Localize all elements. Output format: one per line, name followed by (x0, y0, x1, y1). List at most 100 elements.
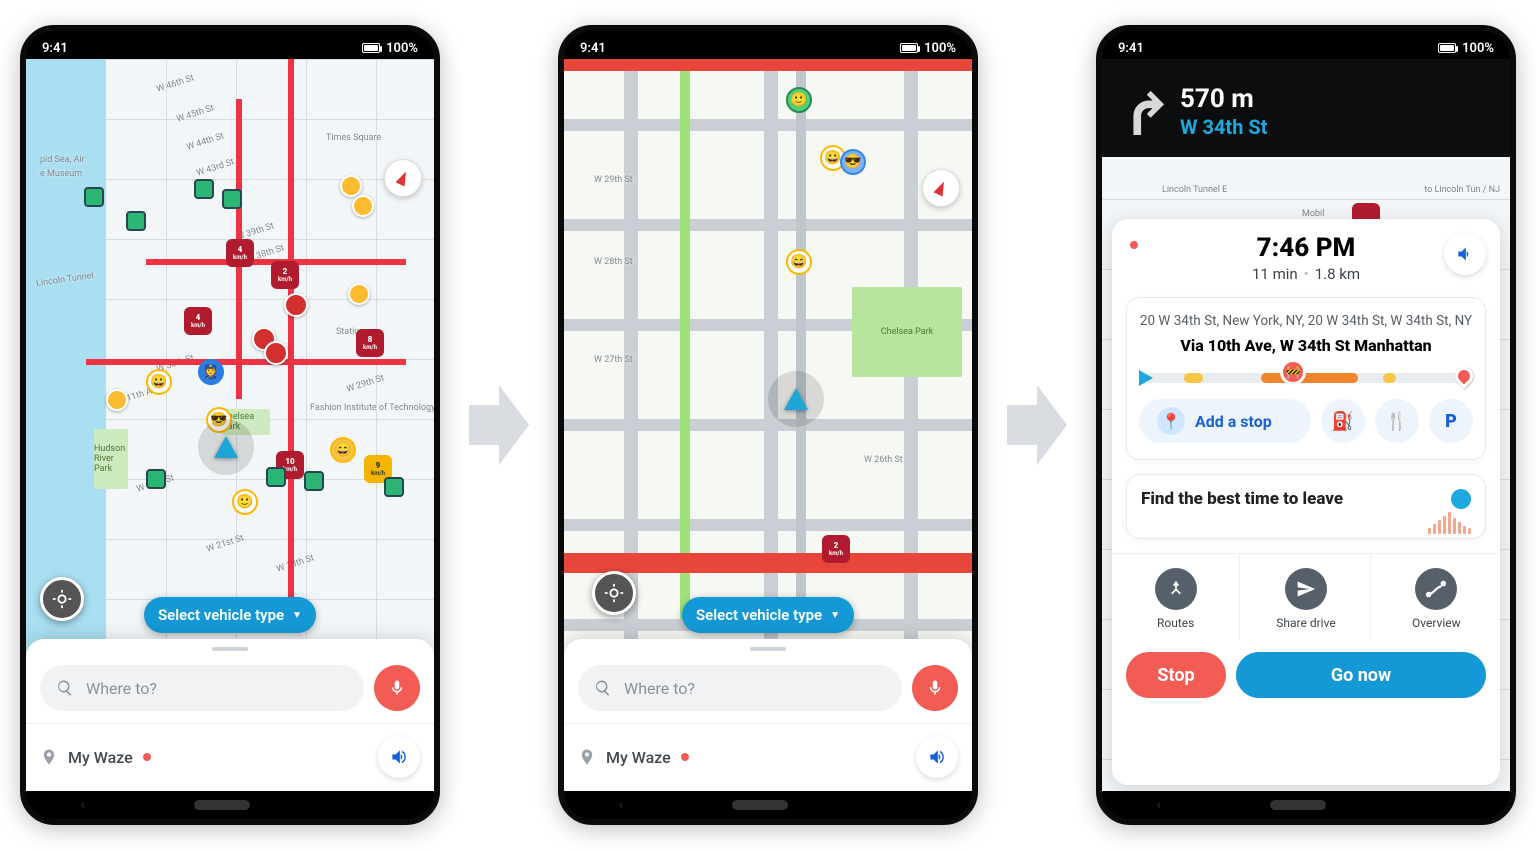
sheet-handle[interactable] (750, 647, 786, 651)
traffic-light-icon (266, 467, 286, 487)
traffic-line (564, 553, 972, 573)
report-pin[interactable] (352, 195, 374, 217)
food-icon: 🍴 (1386, 411, 1408, 432)
phone-map-zoomed: 9:41 100% Chelsea Park W 29th St W 28th … (558, 25, 978, 825)
report-pin[interactable] (340, 175, 362, 197)
route-sheet[interactable]: 7:46 PM 11 min•1.8 km 20 W 34th St, New … (1112, 219, 1500, 785)
speed-limit-pin[interactable]: 4km/h (184, 307, 212, 335)
device-notch (1246, 31, 1366, 41)
recenter-button[interactable] (40, 577, 84, 621)
traffic-light-icon (384, 477, 404, 497)
search-input[interactable]: Where to? (578, 665, 902, 711)
fuel-stop-button[interactable]: ⛽ (1321, 399, 1365, 443)
recenter-button[interactable] (592, 571, 636, 615)
my-waze-row[interactable]: My Waze (26, 724, 434, 786)
sound-toggle-button[interactable] (1444, 233, 1486, 275)
speaker-icon (1455, 244, 1475, 264)
best-time-card[interactable]: Find the best time to leave (1126, 474, 1486, 539)
android-navbar: ‹ (1102, 791, 1510, 819)
search-input[interactable]: Where to? (40, 665, 364, 711)
wazer-icon[interactable]: 😀 (146, 369, 172, 395)
wazer-icon[interactable]: 🙂 (232, 489, 258, 515)
share-drive-button[interactable]: Share drive (1242, 554, 1370, 640)
speaker-icon (389, 747, 409, 767)
speed-limit-pin[interactable]: 2km/h (822, 535, 850, 563)
turn-right-icon (1120, 87, 1166, 137)
add-stop-icon: 📍 (1157, 407, 1185, 435)
battery-icon (900, 43, 918, 53)
traffic-line (564, 59, 972, 71)
parking-icon: P (1445, 411, 1457, 432)
screen: Chelsea Park W 29th St W 28th St W 27th … (564, 59, 972, 791)
add-stop-button[interactable]: 📍 Add a stop (1139, 399, 1311, 443)
screen: Hudson River Park Chelsea Park W 46th St… (26, 59, 434, 791)
parking-stop-button[interactable]: P (1429, 399, 1473, 443)
eta-sub: 11 min•1.8 km (1112, 265, 1500, 283)
battery-icon (1438, 43, 1456, 53)
overview-button[interactable]: Overview (1373, 554, 1500, 640)
hazard-pin[interactable] (264, 341, 288, 365)
vehicle-type-button[interactable]: Select vehicle type▼ (144, 597, 316, 633)
search-row: Where to? (26, 657, 434, 724)
route-progress-bar: 🚧 (1145, 373, 1467, 383)
routes-button[interactable]: Routes (1112, 554, 1240, 640)
bottom-sheet[interactable]: Where to? My Waze (564, 639, 972, 791)
nav-road: W 34th St (1180, 115, 1267, 139)
wazer-icon[interactable]: 🙂 (786, 87, 812, 113)
go-now-button[interactable]: Go now (1236, 652, 1486, 698)
map-label: Fashion Institute of Technology (310, 403, 434, 413)
traffic-light-icon (222, 189, 242, 209)
speed-limit-pin[interactable]: 2km/h (271, 261, 299, 289)
home-pill[interactable] (732, 800, 788, 810)
flow-arrow-icon (469, 380, 529, 470)
voice-search-button[interactable] (912, 665, 958, 711)
route-highlight (680, 59, 690, 619)
traffic-line (86, 359, 406, 365)
speaker-icon (927, 747, 947, 767)
wazer-icon[interactable]: 😎 (840, 149, 866, 175)
routes-icon (1166, 579, 1186, 599)
my-waze-row[interactable]: My Waze (564, 724, 972, 786)
route-start-icon (1139, 370, 1153, 386)
fuel-icon: ⛽ (1332, 411, 1354, 432)
android-navbar: ‹ (26, 791, 434, 819)
street-label: W 29th St (594, 175, 633, 185)
wazer-icon[interactable]: 😄 (786, 249, 812, 275)
street-label: W 27th St (594, 355, 633, 365)
food-stop-button[interactable]: 🍴 (1375, 399, 1419, 443)
back-icon[interactable]: ‹ (1157, 797, 1161, 813)
home-pill[interactable] (1270, 800, 1326, 810)
sheet-handle[interactable] (212, 647, 248, 651)
wazer-icon[interactable]: 😄 (330, 437, 356, 463)
traffic-light-icon (194, 179, 214, 199)
eta-header: 7:46 PM 11 min•1.8 km (1112, 229, 1500, 291)
sound-toggle-button[interactable] (916, 736, 958, 778)
hazard-pin[interactable] (284, 293, 308, 317)
search-icon (594, 679, 612, 697)
voice-search-button[interactable] (374, 665, 420, 711)
compass-button[interactable] (384, 159, 422, 197)
traffic-light-icon (126, 211, 146, 231)
speed-limit-pin[interactable]: 4km/h (226, 239, 254, 267)
best-time-title: Find the best time to leave (1141, 489, 1343, 510)
home-pill[interactable] (194, 800, 250, 810)
street-label: W 21st St (205, 533, 245, 554)
bottom-sheet[interactable]: Where to? My Waze (26, 639, 434, 791)
destination-card[interactable]: 20 W 34th St, New York, NY, 20 W 34th St… (1126, 297, 1486, 460)
back-icon[interactable]: ‹ (619, 797, 623, 813)
sound-toggle-button[interactable] (378, 736, 420, 778)
map-label: e Museum (40, 169, 82, 179)
stop-button[interactable]: Stop (1126, 652, 1226, 698)
park-hudson: Hudson River Park (94, 429, 128, 489)
back-icon[interactable]: ‹ (81, 797, 85, 813)
street-label: W 44th St (185, 131, 225, 152)
compass-button[interactable] (922, 169, 960, 207)
vehicle-type-button[interactable]: Select vehicle type▼ (682, 597, 854, 633)
road-major (796, 59, 806, 619)
turn-banner[interactable]: 570 m W 34th St (1102, 59, 1510, 157)
police-pin[interactable]: 👮 (198, 359, 224, 385)
report-pin[interactable] (348, 283, 370, 305)
phone-map-overview: 9:41 100% Hudson River Park Chelsea Park… (20, 25, 440, 825)
speed-limit-pin[interactable]: 8km/h (356, 329, 384, 357)
report-pin[interactable] (106, 389, 128, 411)
